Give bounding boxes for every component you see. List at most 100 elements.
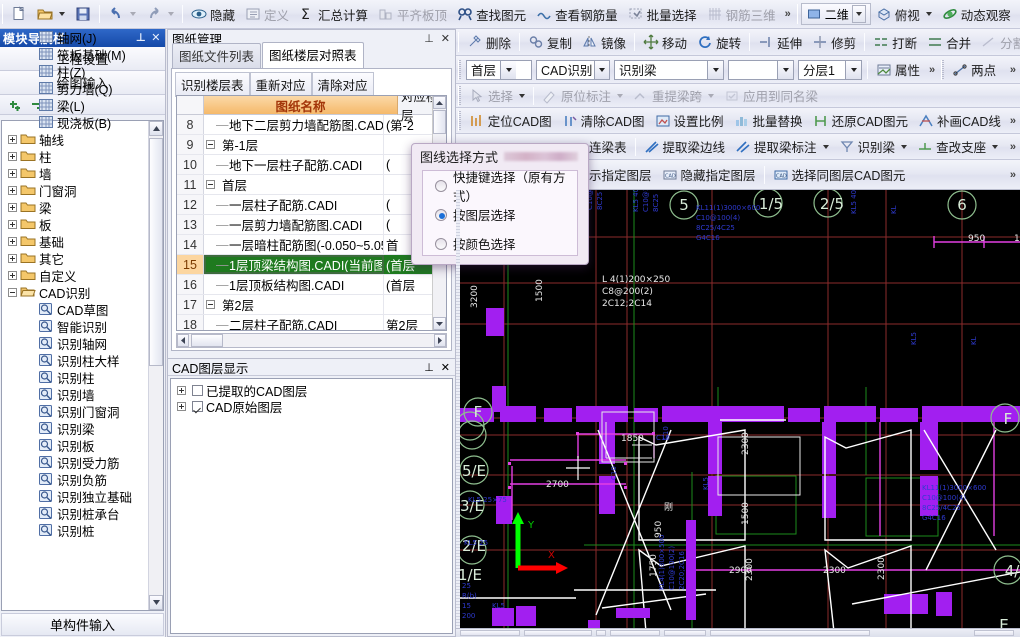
rematch-button[interactable]: 重新对应	[249, 72, 312, 97]
view-mode-button[interactable]: 二维	[800, 3, 871, 25]
hide-button[interactable]: 隐藏	[186, 3, 240, 26]
undo-button[interactable]	[103, 3, 141, 26]
table-row[interactable]: 13— 一层剪力墙配筋图.CADI(	[177, 215, 432, 235]
extract-beam-note-button[interactable]: 提取梁标注	[730, 135, 834, 158]
expand-icon[interactable]	[177, 401, 186, 411]
collapse-icon[interactable]	[206, 180, 215, 189]
toolbar-gripper[interactable]	[796, 4, 798, 24]
extract-beam-edge-button[interactable]: 提取梁边线	[639, 135, 731, 158]
coupling-beam-table-button[interactable]: 连梁表	[584, 135, 632, 158]
table-row[interactable]: 18— 二层柱子配筋.CADI 第2层	[177, 315, 432, 330]
tree-scroll-thumb[interactable]	[149, 138, 163, 366]
nav-item-recognize-neg-rebar[interactable]: 识别负筋	[2, 471, 148, 488]
edit-support-button[interactable]: 查改支座	[912, 135, 1003, 158]
radio-option-shortcut[interactable]: 快捷键选择（原有方式）	[423, 171, 577, 204]
radio-option-by-color[interactable]: 按颜色选择	[423, 229, 577, 258]
function-combo-arrow[interactable]	[707, 60, 723, 79]
tab-drawing-floor-mapping[interactable]: 图纸楼层对照表	[262, 42, 364, 68]
nav-item-recognize-main-rebar[interactable]: 识别受力筋	[2, 454, 148, 471]
view-rebar-amount-button[interactable]: 查看钢筋量	[531, 3, 623, 26]
floor-combo-arrow[interactable]	[500, 60, 517, 79]
redo-button[interactable]	[141, 3, 179, 26]
clear-match-button[interactable]: 清除对应	[311, 72, 374, 97]
row3-overflow-chevron[interactable]: »	[925, 64, 939, 76]
row5-overflow-chevron[interactable]: »	[1006, 115, 1020, 127]
expand-icon[interactable]	[8, 220, 17, 229]
summary-calc-button[interactable]: Σ 汇总计算	[294, 3, 373, 26]
row3-right-overflow-chevron[interactable]: »	[1006, 64, 1020, 76]
expand-icon[interactable]	[8, 186, 17, 195]
table-row[interactable]: 8— 地下二层剪力墙配筋图.CADI (第-2	[177, 115, 432, 135]
move-button[interactable]: 移动	[638, 31, 692, 54]
nav-quick-item-raft-foundation[interactable]: 筏板基础(M)	[2, 46, 148, 63]
nav-item-cad-sketch[interactable]: CAD草图	[2, 301, 148, 318]
column-header-drawing-name[interactable]: 图纸名称	[204, 96, 398, 115]
drawing-manager-close-button[interactable]: ✕	[441, 32, 450, 45]
open-file-dropdown-caret[interactable]	[59, 12, 65, 16]
sublayer-combo-arrow[interactable]	[845, 60, 861, 79]
floor-combo[interactable]: 首层	[466, 59, 532, 80]
grid-scroll-down-arrow[interactable]	[433, 317, 446, 330]
batch-replace-button[interactable]: 批量替换	[729, 109, 808, 132]
nav-folder-6[interactable]: 基础	[2, 233, 148, 250]
view-mode-dropdown[interactable]	[851, 5, 866, 23]
respan-beam-dropdown-caret[interactable]	[708, 93, 715, 98]
dynamic-orbit-button[interactable]: 动态观察	[937, 3, 1016, 26]
row6-overflow-chevron[interactable]: »	[1006, 141, 1020, 153]
save-button[interactable]	[70, 3, 96, 26]
define-button[interactable]: 定义	[240, 3, 294, 26]
nav-item-recognize-axis[interactable]: 识别轴网	[2, 335, 148, 352]
nav-quick-item-axis-grid[interactable]: 轴网(J)	[2, 29, 148, 46]
row1-overflow-chevron[interactable]: »	[781, 8, 795, 20]
nav-folder-8[interactable]: 自定义	[2, 267, 148, 284]
nav-folder-5[interactable]: 板	[2, 216, 148, 233]
recognize-beam-button[interactable]: 识别梁	[834, 135, 913, 158]
locate-cad-button[interactable]: 定位CAD图	[464, 109, 557, 132]
toolbar-gripper[interactable]	[458, 59, 461, 80]
nav-folder-4[interactable]: 梁	[2, 199, 148, 216]
find-element-button[interactable]: 查找图元	[452, 3, 531, 26]
break-button[interactable]: 打断	[868, 31, 922, 54]
batch-select-button[interactable]: 批量选择	[623, 3, 702, 26]
collapse-icon[interactable]	[206, 140, 215, 149]
redo-dropdown-caret[interactable]	[168, 12, 174, 16]
nav-quick-item-shear-wall[interactable]: 剪力墙(Q)	[2, 80, 148, 97]
nav-item-recognize-pile[interactable]: 识别桩	[2, 522, 148, 539]
merge-button[interactable]: 合并	[922, 31, 976, 54]
table-row[interactable]: 14— 一层暗柱配筋图(-0.050~5.05 首	[177, 235, 432, 255]
toolbar-gripper[interactable]	[458, 110, 461, 131]
nav-folder-0[interactable]: 轴线	[2, 131, 148, 148]
nav-quick-item-cast-slab[interactable]: 现浇板(B)	[2, 114, 148, 131]
nav-item-recognize-column[interactable]: 识别柱	[2, 369, 148, 386]
row7-overflow-chevron[interactable]: »	[1006, 169, 1020, 181]
nav-item-smart-recognize[interactable]: 智能识别	[2, 318, 148, 335]
rebar-3d-button[interactable]: 钢筋三维	[702, 3, 781, 26]
expand-icon[interactable]	[8, 237, 17, 246]
radio-shortcut-indicator[interactable]	[435, 179, 447, 192]
two-point-button[interactable]: 两点	[947, 58, 1001, 81]
cad-layer-panel-close-button[interactable]: ✕	[441, 361, 450, 374]
expand-icon[interactable]	[8, 152, 17, 161]
mirror-button[interactable]: 镜像	[577, 31, 631, 54]
nav-button-single-element-input[interactable]: 单构件输入	[1, 613, 164, 636]
delete-button[interactable]: 删除	[462, 31, 516, 54]
table-row[interactable]: 15—1层顶梁结构图.CADI(当前图 (首层	[177, 255, 432, 275]
nav-folder-3[interactable]: 门窗洞	[2, 182, 148, 199]
toolbar-gripper[interactable]	[458, 85, 461, 106]
select-dropdown-caret[interactable]	[519, 93, 526, 98]
show-specified-layer-button[interactable]: 示指定图层	[584, 163, 657, 186]
expand-icon[interactable]	[8, 135, 17, 144]
layer-checkbox-extracted[interactable]	[192, 384, 203, 396]
sublayer-combo[interactable]: 分层1	[798, 59, 862, 80]
split-button[interactable]: 分割	[976, 31, 1020, 54]
copy-button[interactable]: 复制	[523, 31, 577, 54]
canvas-left-splitter[interactable]	[456, 190, 460, 628]
element-combo-arrow[interactable]	[777, 60, 793, 79]
function-combo[interactable]: 识别梁	[614, 59, 724, 80]
expand-icon[interactable]	[8, 271, 17, 280]
cad-layer-tree[interactable]: 已提取的CAD图层 CAD原始图层	[170, 378, 453, 634]
expand-icon[interactable]	[8, 169, 17, 178]
layer-checkbox-original[interactable]	[192, 400, 203, 412]
radio-by-color-indicator[interactable]	[435, 237, 447, 250]
expand-icon[interactable]	[177, 385, 186, 395]
